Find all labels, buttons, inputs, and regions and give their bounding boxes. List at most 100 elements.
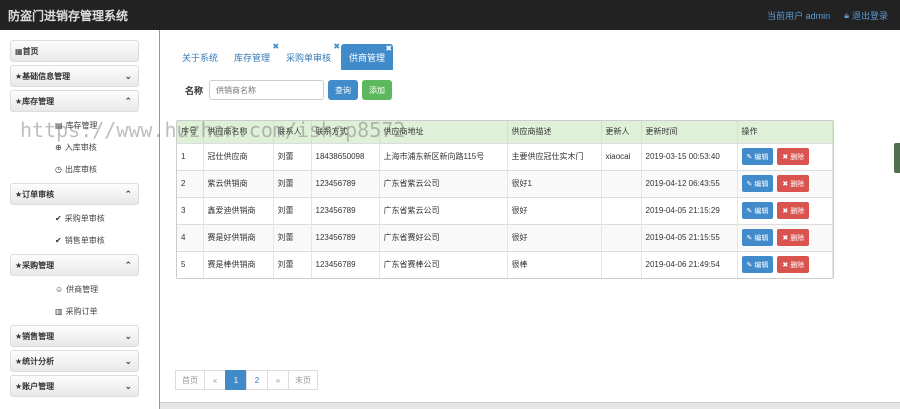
delete-button[interactable]: ✖ 删除 [777, 229, 810, 246]
table-cell: 很好 [507, 223, 602, 251]
table-cell: 123456789 [311, 223, 380, 251]
column-header: 供应商名称 [203, 121, 274, 143]
tab-inventory[interactable]: 库存管理 ✖ [228, 42, 279, 70]
sidebar-subitem-inbound-review[interactable]: ⊕ 入库审核 [10, 136, 139, 158]
add-button[interactable]: 添加 [362, 80, 393, 100]
star-icon: ★ [15, 189, 23, 199]
pager-first[interactable]: 首页 [175, 370, 205, 390]
sidebar-item-order-review[interactable]: ★ 订单审核 ⌃ [10, 183, 139, 205]
close-icon[interactable]: ✖ [385, 44, 392, 53]
sidebar-subitem-purchase-review[interactable]: ✔ 采购单审核 [10, 207, 139, 229]
grid-icon: ▦ [15, 46, 23, 56]
sidebar-subitem-purchase-order[interactable]: ▥ 采购订单 [10, 300, 139, 322]
search-label: 名称 [185, 85, 204, 96]
sidebar-item-label: 基础信息管理 [22, 71, 71, 81]
edit-button[interactable]: ✎ 编辑 [741, 202, 774, 219]
chevron-down-icon: ⌄ [124, 380, 132, 391]
sidebar-subitem-label: 入库审核 [64, 142, 97, 152]
column-header: 供应商地址 [379, 121, 508, 143]
pager-page-2[interactable]: 2 [246, 370, 268, 390]
table-cell: 很棒 [507, 250, 602, 278]
delete-label: 删除 [790, 234, 805, 242]
sidebar-subitem-label: 出库审核 [64, 164, 97, 174]
table-row: 4 赛是好供销商 刘蕾 123456789 广东省赛好公司 很好 2019-04… [177, 223, 833, 251]
sidebar-item-home[interactable]: ▦ 首页 [10, 40, 139, 62]
edit-button[interactable]: ✎ 编辑 [741, 229, 774, 246]
search-input[interactable] [209, 80, 325, 100]
edit-label: 编辑 [754, 261, 769, 269]
column-header: 更新时间 [641, 121, 738, 143]
logout-link[interactable]: 🔒︎ 退出登录 [844, 9, 888, 22]
pager-next[interactable]: » [267, 370, 289, 390]
sidebar-item-statistics[interactable]: ★ 统计分析 ⌄ [10, 350, 139, 372]
sidebar-item-sales[interactable]: ★ 销售管理 ⌄ [10, 325, 139, 347]
tab-label: 采购单审核 [286, 52, 332, 63]
sidebar-item-purchase[interactable]: ★ 采购管理 ⌃ [10, 254, 139, 276]
check-circle-icon: ✔ [55, 235, 62, 245]
table-cell: 5 [177, 250, 204, 278]
table-cell: xiaocai [601, 142, 642, 170]
edit-button[interactable]: ✎ 编辑 [741, 175, 774, 192]
tab-purchase-review[interactable]: 采购单审核 ✖ [280, 42, 340, 70]
delete-button[interactable]: ✖ 删除 [777, 202, 810, 219]
star-icon: ★ [15, 356, 23, 366]
trash-icon: ✖ [782, 180, 789, 188]
pager-prev[interactable]: « [204, 370, 226, 390]
query-button[interactable]: 查询 [328, 80, 359, 100]
sidebar-item-account[interactable]: ★ 账户管理 ⌄ [10, 375, 139, 397]
table-cell-actions: ✎ 编辑 ✖ 删除 [737, 196, 833, 224]
table-cell [601, 196, 642, 224]
pager-last[interactable]: 末页 [288, 370, 318, 390]
table-row: 2 紫云供销商 刘蕾 123456789 广东省紫云公司 很好1 2019-04… [177, 169, 833, 197]
pager-page-1[interactable]: 1 [225, 370, 247, 390]
table-header-row: 序号 供应商名称 联系人 联系方式 供应商地址 供应商描述 更新人 更新时间 操… [177, 121, 833, 143]
edit-button[interactable]: ✎ 编辑 [741, 148, 774, 165]
table-cell: 广东省紫云公司 [379, 169, 508, 197]
delete-button[interactable]: ✖ 删除 [777, 148, 810, 165]
delete-button[interactable]: ✖ 删除 [777, 175, 810, 192]
sidebar-subitem-label: 采购单审核 [64, 213, 105, 223]
table-cell: 很好1 [507, 169, 602, 197]
logout-label: 退出登录 [851, 10, 888, 21]
table-cell: 鑫爱迪供销商 [203, 196, 274, 224]
trash-icon: ✖ [782, 261, 789, 269]
table-cell: 刘蕾 [273, 196, 312, 224]
table-cell: 2 [177, 169, 204, 197]
check-circle-icon: ✔ [55, 213, 62, 223]
trash-icon: ✖ [782, 153, 789, 161]
table-cell: 冠仕供应商 [203, 142, 274, 170]
sidebar-item-label: 采购管理 [22, 260, 55, 270]
edit-label: 编辑 [754, 207, 769, 215]
delete-label: 删除 [790, 153, 805, 161]
side-scroll-handle[interactable] [894, 143, 900, 173]
close-icon[interactable]: ✖ [333, 42, 340, 51]
tab-supplier-manage[interactable]: 供商管理 ✖ [341, 44, 394, 70]
table-cell [601, 250, 642, 278]
sidebar-item-basic-info[interactable]: ★ 基础信息管理 ⌄ [10, 65, 139, 87]
star-icon: ★ [15, 96, 23, 106]
table-cell: 2019-04-05 21:15:55 [641, 223, 738, 251]
sidebar-item-inventory[interactable]: ★ 库存管理 ⌃ [10, 90, 139, 112]
app-title: 防盗门进销存管理系统 [8, 8, 129, 23]
column-header: 操作 [737, 121, 833, 143]
trash-icon: ✖ [782, 234, 789, 242]
sidebar-subitem-outbound-review[interactable]: ◷ 出库审核 [10, 158, 139, 180]
tab-about[interactable]: 关于系统 [176, 44, 224, 70]
table-cell: 刘蕾 [273, 169, 312, 197]
close-icon[interactable]: ✖ [272, 42, 279, 51]
sidebar-subitem-label: 采购订单 [65, 306, 98, 316]
table-cell: 2019-03-15 00:53:40 [641, 142, 738, 170]
current-user-link[interactable]: 当前用户 admin [767, 9, 830, 22]
pencil-icon: ✎ [746, 261, 753, 269]
edit-button[interactable]: ✎ 编辑 [741, 256, 774, 274]
sidebar-subitem-supplier-manage[interactable]: ☺ 供商管理 [10, 278, 139, 300]
table-cell: 18438650098 [311, 142, 380, 170]
table-cell: 刘蕾 [273, 223, 312, 251]
delete-label: 删除 [790, 180, 805, 188]
delete-button[interactable]: ✖ 删除 [777, 256, 810, 274]
chevron-up-icon: ⌃ [124, 259, 132, 270]
table-cell-actions: ✎ 编辑 ✖ 删除 [737, 169, 833, 197]
chevron-down-icon: ⌄ [124, 70, 132, 81]
sidebar-subitem-inventory-manage[interactable]: ▤ 库存管理 [10, 114, 139, 136]
sidebar-subitem-sales-review[interactable]: ✔ 销售单审核 [10, 229, 139, 251]
